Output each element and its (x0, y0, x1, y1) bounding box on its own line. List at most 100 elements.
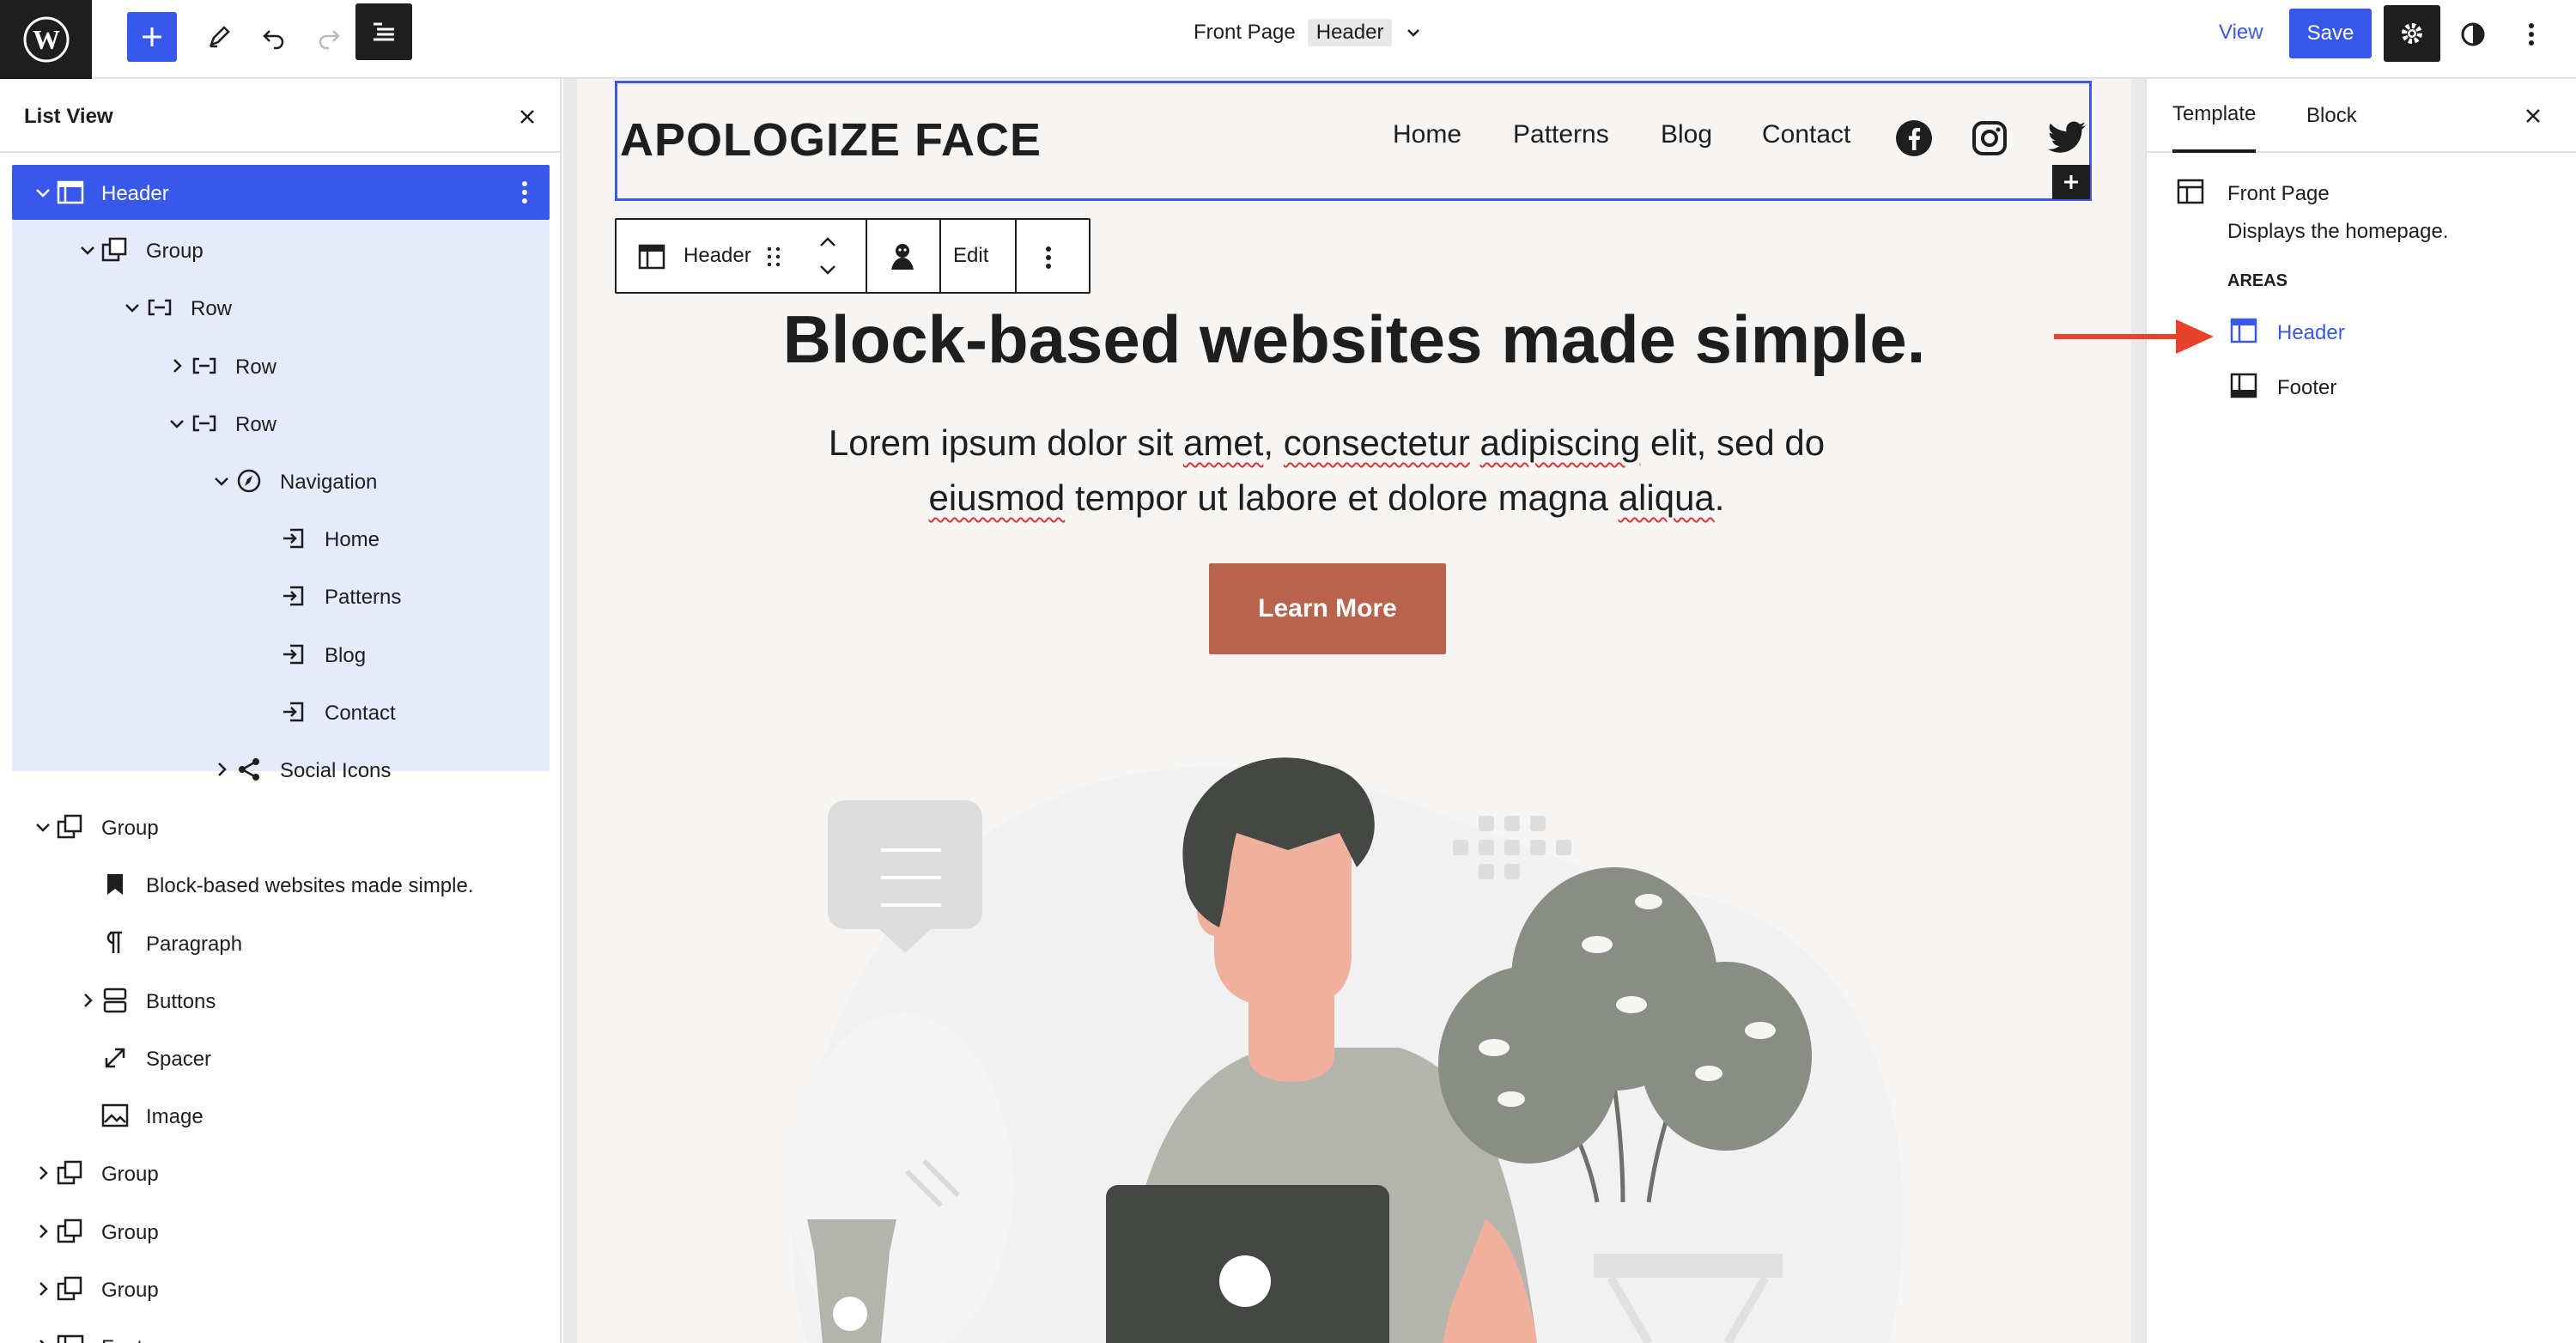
list-item[interactable]: Patterns (12, 568, 550, 623)
list-item[interactable]: Image (12, 1088, 550, 1143)
chevron-down-icon[interactable] (31, 180, 55, 204)
link-block-icon (278, 580, 309, 611)
header-block-icon (55, 177, 86, 208)
more-options-icon[interactable] (2507, 10, 2555, 58)
list-item[interactable]: Group (12, 1204, 550, 1259)
list-item[interactable]: Social Icons (12, 742, 550, 797)
list-item[interactable]: Group (12, 1261, 550, 1316)
hero-heading[interactable]: Block-based websites made simple. (577, 301, 2131, 379)
hero-paragraph[interactable]: Lorem ipsum dolor sit amet, consectetur … (756, 416, 1898, 526)
nav-link-blog[interactable]: Blog (1661, 120, 1712, 149)
close-icon[interactable] (512, 101, 543, 132)
nav-link-patterns[interactable]: Patterns (1513, 120, 1609, 149)
tab-template[interactable]: Template (2172, 79, 2257, 153)
chevron-down-icon[interactable] (76, 238, 100, 262)
list-item-label: Patterns (325, 586, 402, 610)
chevron-right-icon[interactable] (31, 1277, 55, 1301)
row-block-icon (189, 350, 220, 381)
list-item-label: Spacer (146, 1048, 212, 1071)
styles-contrast-icon[interactable] (2449, 10, 2497, 58)
item-options-icon[interactable] (520, 179, 529, 212)
chevron-right-icon[interactable] (31, 1334, 55, 1343)
undo-icon[interactable] (249, 12, 299, 62)
chevron-down-icon[interactable] (31, 815, 55, 839)
list-item[interactable]: Blog (12, 627, 550, 682)
save-button[interactable]: Save (2289, 9, 2372, 58)
chevron-down-icon[interactable] (165, 411, 189, 435)
list-item[interactable]: Home (12, 511, 550, 566)
list-item-label: Header (101, 182, 169, 205)
list-item-label: Contact (325, 701, 396, 725)
document-title[interactable]: Front Page Header (1194, 15, 1423, 50)
list-item[interactable]: Group (12, 222, 550, 277)
group-block-icon (55, 1158, 86, 1188)
add-block-button[interactable] (127, 12, 177, 62)
template-part-icon[interactable] (884, 239, 920, 279)
list-item[interactable]: Row (12, 396, 550, 451)
toolbar-separator (1015, 220, 1017, 292)
drag-handle-icon[interactable] (764, 242, 783, 276)
tools-pen-icon[interactable] (194, 12, 244, 62)
facebook-icon[interactable] (1893, 117, 1935, 160)
settings-gear-icon[interactable] (2384, 5, 2440, 62)
list-view-toggle-icon[interactable] (355, 3, 412, 60)
list-item[interactable]: Navigation (12, 453, 550, 508)
chevron-right-icon[interactable] (76, 988, 100, 1012)
area-link-footer[interactable]: Footer (2277, 376, 2336, 400)
hero-paragraph-line-1: Lorem ipsum dolor sit amet, consectetur … (828, 422, 1826, 463)
edit-button[interactable]: Edit (953, 244, 988, 268)
wordpress-logo-icon[interactable]: W (0, 0, 92, 79)
list-item[interactable]: Group (12, 799, 550, 854)
chevron-down-icon[interactable] (120, 295, 144, 319)
list-item-label: Buttons (146, 989, 216, 1013)
area-link-header[interactable]: Header (2277, 321, 2345, 345)
list-item-label: Row (235, 355, 277, 379)
chevron-right-icon[interactable] (31, 1219, 55, 1243)
chevron-right-icon[interactable] (210, 757, 234, 781)
header-block-icon[interactable] (637, 242, 666, 276)
site-title[interactable]: APOLOGIZE FACE (620, 113, 1042, 167)
list-item[interactable]: Spacer (12, 1030, 550, 1085)
list-item-label: Block-based websites made simple. (146, 874, 474, 898)
nav-link-contact[interactable]: Contact (1762, 120, 1850, 149)
list-item[interactable]: Buttons (12, 973, 550, 1028)
footer-area-icon[interactable] (2229, 371, 2258, 406)
list-item-label: Group (101, 1278, 159, 1302)
list-item[interactable]: Contact (12, 684, 550, 739)
list-item[interactable]: Header (12, 165, 550, 220)
chevron-right-icon[interactable] (31, 1161, 55, 1185)
template-layout-icon (2176, 177, 2205, 212)
link-block-icon (278, 696, 309, 727)
row-block-icon (144, 292, 175, 323)
list-item-label: Group (146, 240, 204, 264)
nav-link-home[interactable]: Home (1393, 120, 1461, 149)
chevron-right-icon[interactable] (165, 354, 189, 378)
block-inserter-plus-icon[interactable] (2052, 165, 2090, 199)
list-item[interactable]: Row (12, 338, 550, 393)
list-item-label: Group (101, 817, 159, 841)
header-area-icon[interactable] (2229, 316, 2258, 351)
block-options-icon[interactable] (1044, 244, 1053, 276)
learn-more-button[interactable]: Learn More (1209, 563, 1446, 654)
document-tag: Header (1307, 19, 1393, 46)
hero-illustration[interactable] (738, 704, 1941, 1343)
twitter-icon[interactable] (2045, 117, 2088, 160)
list-item[interactable]: Block-based websites made simple. (12, 857, 550, 912)
tab-block[interactable]: Block (2306, 79, 2357, 153)
list-item[interactable]: Footer (12, 1319, 550, 1343)
close-icon[interactable] (2518, 100, 2549, 131)
annotation-arrow-icon (2054, 319, 2214, 354)
instagram-icon[interactable] (1968, 117, 2011, 160)
group-block-icon (55, 1273, 86, 1304)
list-item[interactable]: Paragraph (12, 915, 550, 970)
view-button[interactable]: View (2219, 15, 2263, 50)
row-block-icon (189, 408, 220, 439)
list-view-header: List View (0, 79, 560, 153)
move-up-down-icon[interactable] (816, 230, 840, 286)
svg-text:W: W (33, 24, 60, 55)
chevron-down-icon[interactable] (210, 469, 234, 493)
list-item[interactable]: Group (12, 1146, 550, 1200)
list-item-label: Blog (325, 643, 367, 667)
redo-icon[interactable] (304, 12, 354, 62)
list-item[interactable]: Row (12, 280, 550, 335)
